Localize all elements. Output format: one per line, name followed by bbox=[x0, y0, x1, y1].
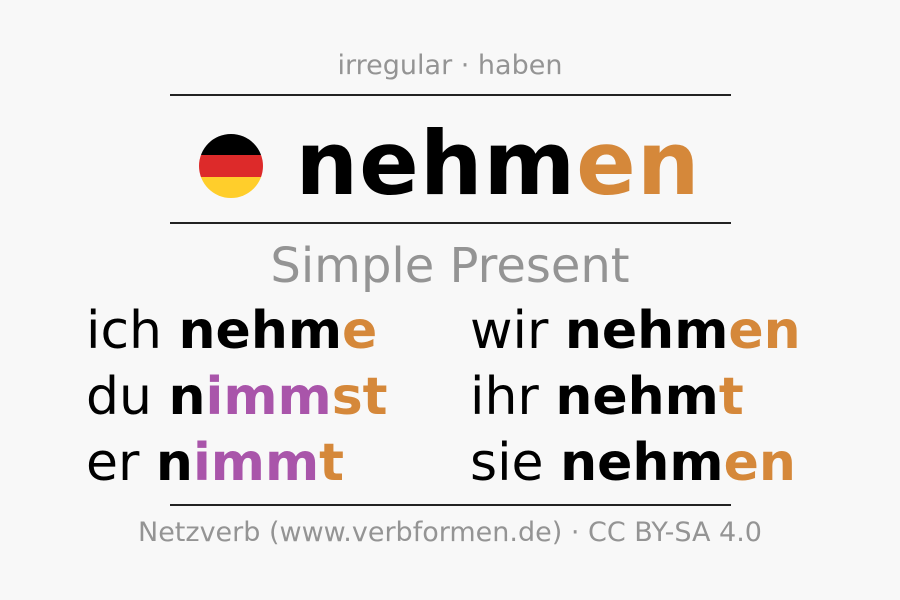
pronoun: du bbox=[86, 367, 152, 427]
pronoun: sie bbox=[470, 433, 544, 493]
verb-title: nehmen bbox=[295, 112, 700, 216]
conjugation-row-ich: ich nehme bbox=[86, 300, 377, 362]
divider-bottom bbox=[170, 504, 731, 506]
verb-form: nehmt bbox=[555, 367, 743, 427]
verb-part-regular: nehm bbox=[555, 367, 719, 427]
verb-part-regular: nehm bbox=[564, 301, 729, 361]
verb-part-ending: en bbox=[728, 301, 801, 361]
verb-part-ending: t bbox=[718, 367, 744, 427]
verb-part-ending: e bbox=[342, 301, 378, 361]
divider-top bbox=[170, 94, 731, 96]
tense-label: Simple Present bbox=[270, 238, 630, 294]
conjugation-row-er: er nimmt bbox=[86, 432, 344, 494]
pronoun: wir bbox=[470, 301, 549, 361]
verb-part-ending: t bbox=[319, 433, 344, 493]
verb-ending: en bbox=[576, 112, 701, 215]
conjugation-row-sie: sie nehmen bbox=[470, 432, 796, 494]
verb-form: nimmst bbox=[169, 367, 388, 427]
verb-part-regular: nehm bbox=[178, 301, 343, 361]
title-row: nehmen bbox=[0, 112, 900, 216]
verb-meta: irregular · haben bbox=[337, 50, 563, 81]
verb-part-stem-change: imm bbox=[205, 367, 332, 427]
verb-form: nehmen bbox=[560, 433, 796, 493]
verb-part-ending: st bbox=[331, 367, 388, 427]
verb-part-regular: n bbox=[155, 433, 193, 493]
verb-part-regular: n bbox=[168, 367, 206, 427]
conjugation-row-ihr: ihr nehmt bbox=[470, 366, 744, 428]
verb-part-ending: en bbox=[723, 433, 796, 493]
verb-form: nehme bbox=[179, 301, 378, 361]
pronoun: ich bbox=[86, 301, 162, 361]
verb-part-regular: nehm bbox=[560, 433, 724, 493]
verb-form: nimmt bbox=[156, 433, 344, 493]
divider-middle bbox=[170, 222, 731, 224]
footer-credit: Netzverb (www.verbformen.de) · CC BY-SA … bbox=[138, 517, 762, 548]
pronoun: er bbox=[86, 433, 140, 493]
conjugation-row-wir: wir nehmen bbox=[470, 300, 801, 362]
german-flag-icon bbox=[199, 134, 264, 198]
conjugation-row-du: du nimmst bbox=[86, 366, 388, 428]
pronoun: ihr bbox=[470, 367, 539, 427]
verb-part-stem-change: imm bbox=[192, 433, 320, 493]
verb-stem: nehm bbox=[295, 112, 577, 215]
verb-form: nehmen bbox=[565, 301, 801, 361]
